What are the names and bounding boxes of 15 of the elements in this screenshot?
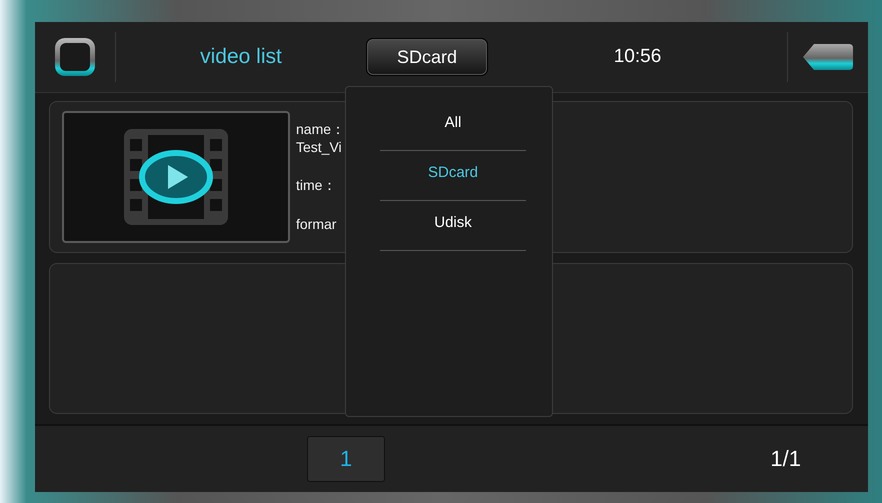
time-label: time： bbox=[296, 176, 336, 195]
name-label: name： bbox=[296, 121, 346, 140]
source-button[interactable]: SDcard bbox=[366, 38, 488, 76]
home-icon[interactable] bbox=[54, 37, 96, 77]
back-icon[interactable] bbox=[802, 43, 854, 71]
clock-time: 10:56 bbox=[612, 46, 662, 68]
page-button[interactable]: 1 bbox=[307, 436, 385, 482]
page-title: video list bbox=[199, 45, 283, 69]
format-label: formar bbox=[296, 216, 336, 232]
file-name: Test_Vi bbox=[296, 139, 343, 156]
dropdown-item[interactable]: Udisk bbox=[380, 201, 526, 251]
film-play-icon bbox=[124, 128, 228, 225]
dropdown-item[interactable]: All bbox=[380, 101, 526, 151]
dropdown-item[interactable]: SDcard bbox=[380, 151, 526, 201]
page-count: 1/1 bbox=[770, 446, 801, 472]
